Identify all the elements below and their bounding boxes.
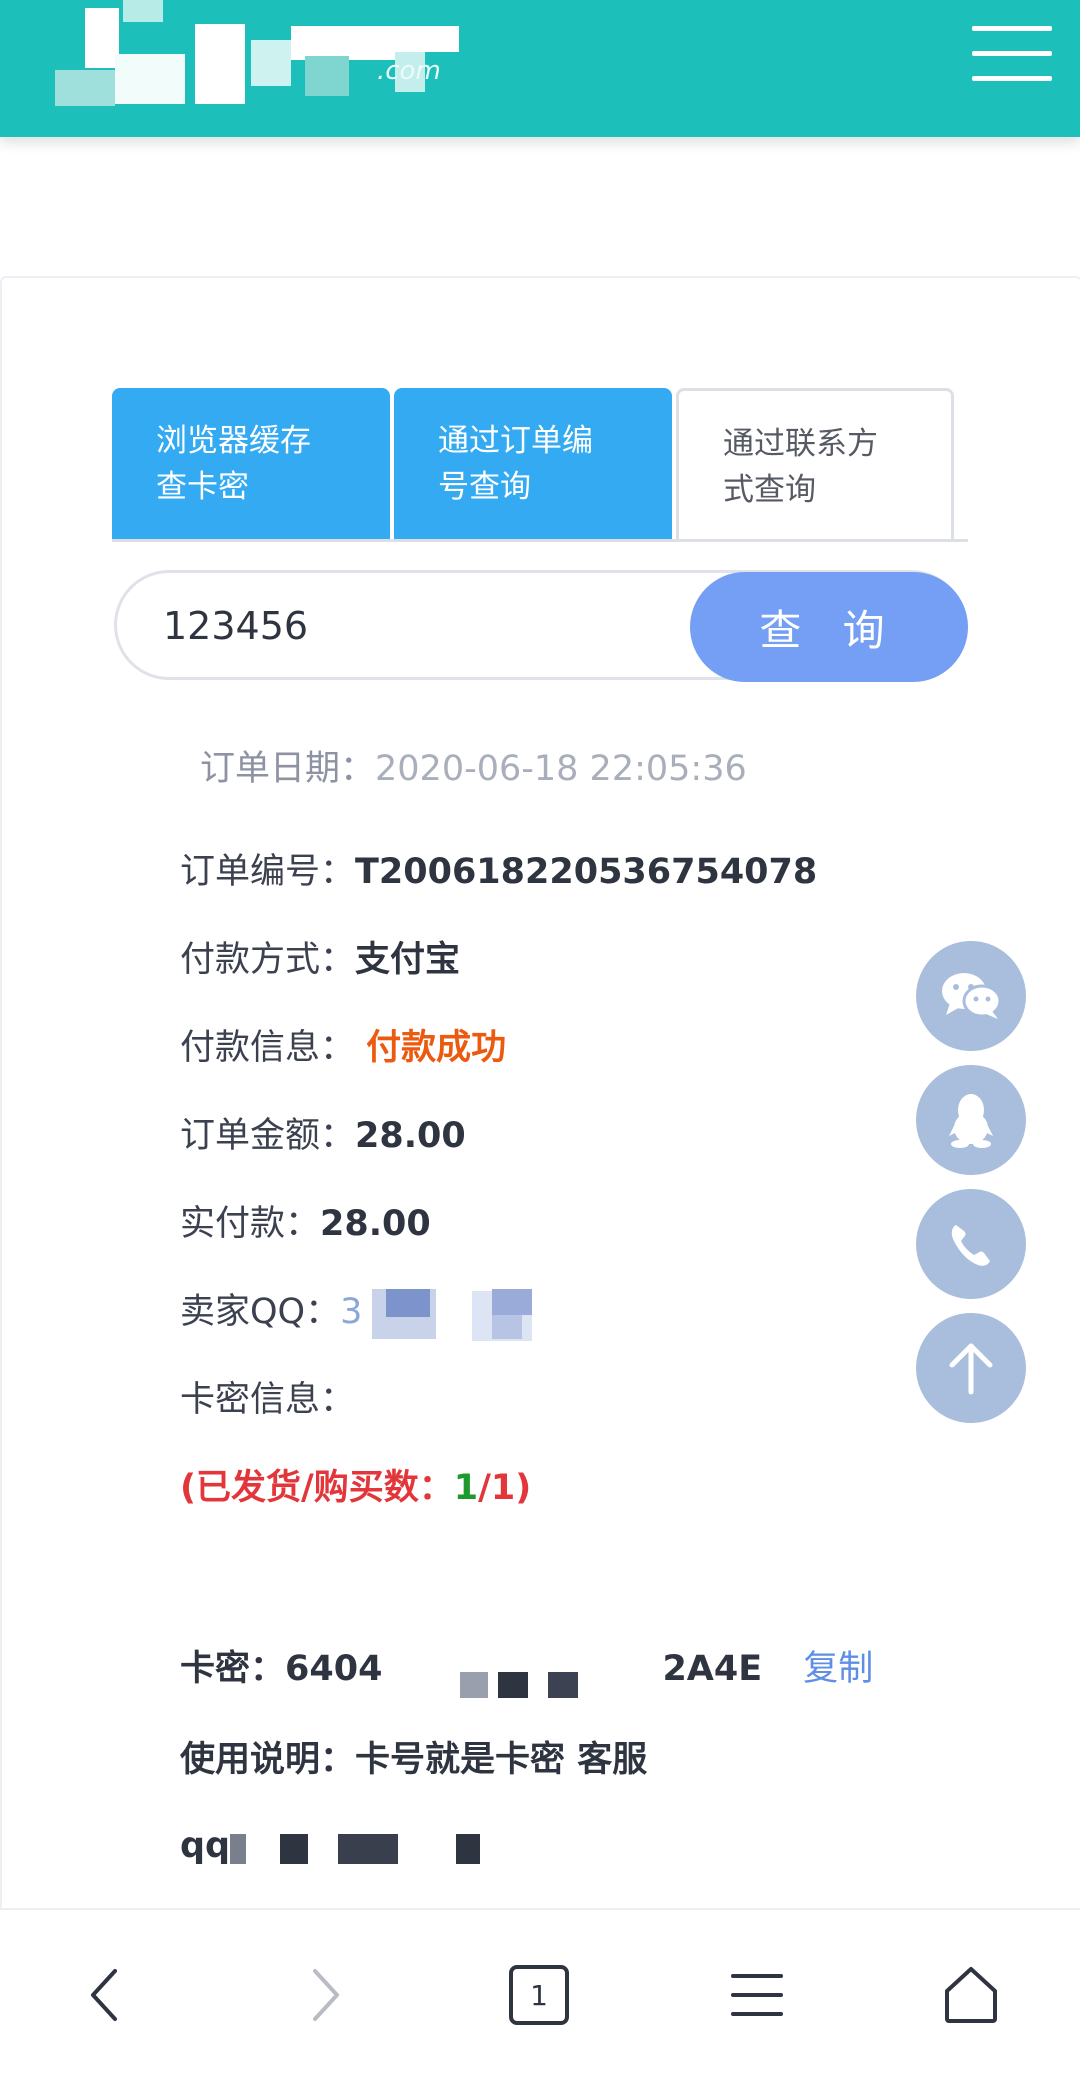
order-date-row: 订单日期：2020-06-18 22:05:36 — [200, 740, 747, 791]
order-number-label: 订单编号： — [180, 852, 356, 892]
pay-method-label: 付款方式： — [180, 940, 356, 980]
card-info-label: 卡密信息： — [180, 1380, 356, 1420]
usage-value: 卡号就是卡密 客服 — [355, 1740, 648, 1780]
order-date-value: 2020-06-18 22:05:36 — [375, 749, 747, 789]
back-icon[interactable] — [60, 1950, 150, 2040]
order-number-row: 订单编号：T200618220536754078 — [180, 843, 817, 894]
site-header: .com — [0, 0, 1080, 137]
paid-amount-row: 实付款：28.00 — [180, 1195, 431, 1246]
pay-info-row: 付款信息： 付款成功 — [180, 1019, 506, 1070]
menu-icon[interactable] — [712, 1950, 802, 2040]
shipped-count: 1 — [453, 1468, 479, 1508]
usage-label: 使用说明： — [180, 1740, 356, 1780]
order-number-value: T200618220536754078 — [355, 852, 818, 892]
home-icon[interactable] — [926, 1950, 1016, 2040]
search-button[interactable]: 查 询 — [690, 572, 968, 682]
card-info-row: 卡密信息： — [180, 1371, 355, 1422]
seller-qq-row: 卖家QQ：3 — [180, 1283, 572, 1341]
card-key-label: 卡密： — [180, 1649, 286, 1689]
pay-info-label: 付款信息： — [180, 1028, 356, 1068]
paid-amount-label: 实付款： — [180, 1204, 321, 1244]
logo-text: .com — [377, 56, 441, 86]
card-key-end: 2A4E — [662, 1649, 763, 1689]
wechat-icon[interactable] — [916, 941, 1026, 1051]
tab-browser-cache[interactable]: 浏览器缓存 查卡密 — [112, 388, 390, 540]
tab-label-line2: 式查询 — [723, 472, 816, 508]
site-logo[interactable]: .com — [55, 0, 465, 108]
pay-method-value: 支付宝 — [355, 940, 461, 980]
usage-qq-row: qq — [180, 1822, 530, 1872]
tab-label-line1: 浏览器缓存 — [156, 423, 311, 459]
card-key-start: 6404 — [285, 1649, 383, 1689]
hamburger-menu-icon[interactable] — [968, 26, 1056, 86]
shipped-status-row: (已发货/购买数：1/1) — [180, 1459, 531, 1510]
shipped-suffix: /1) — [478, 1468, 532, 1508]
tab-count: 1 — [509, 1965, 569, 2025]
paid-amount-value: 28.00 — [320, 1204, 431, 1244]
card-key-row: 卡密：6404 2A4E 复制 — [180, 1640, 873, 1698]
back-to-top-icon[interactable] — [916, 1313, 1026, 1423]
qq-penguin-icon[interactable] — [916, 1065, 1026, 1175]
order-amount-row: 订单金额：28.00 — [180, 1107, 466, 1158]
tab-label-line2: 号查询 — [438, 469, 531, 505]
pay-status-value: 付款成功 — [366, 1028, 507, 1068]
redacted-card-key — [382, 1642, 662, 1698]
redacted-usage-qq — [230, 1822, 530, 1872]
shipped-prefix: (已发货/购买数： — [180, 1468, 454, 1508]
seller-qq-label: 卖家QQ： — [180, 1292, 341, 1332]
tabs-icon[interactable]: 1 — [494, 1950, 584, 2040]
tab-label-line1: 通过订单编 — [438, 423, 593, 459]
tab-contact-method[interactable]: 通过联系方 式查询 — [676, 388, 954, 540]
order-date-label: 订单日期： — [200, 749, 376, 789]
usage-qq-prefix: qq — [180, 1826, 231, 1866]
browser-bottom-nav: 1 — [0, 1908, 1080, 2073]
pay-method-row: 付款方式：支付宝 — [180, 931, 460, 982]
tab-label-line1: 通过联系方 — [723, 426, 878, 462]
order-amount-label: 订单金额： — [180, 1116, 356, 1156]
seller-qq-value[interactable]: 3 — [340, 1292, 362, 1332]
redacted-qq — [362, 1285, 572, 1341]
order-amount-value: 28.00 — [355, 1116, 466, 1156]
search-input[interactable] — [161, 597, 665, 655]
tab-order-number[interactable]: 通过订单编 号查询 — [394, 388, 672, 540]
tab-label-line2: 查卡密 — [156, 469, 249, 505]
phone-icon[interactable] — [916, 1189, 1026, 1299]
copy-link[interactable]: 复制 — [803, 1649, 873, 1689]
tabs-divider — [112, 539, 968, 542]
forward-icon[interactable] — [280, 1950, 370, 2040]
usage-row: 使用说明：卡号就是卡密 客服 — [180, 1731, 647, 1782]
